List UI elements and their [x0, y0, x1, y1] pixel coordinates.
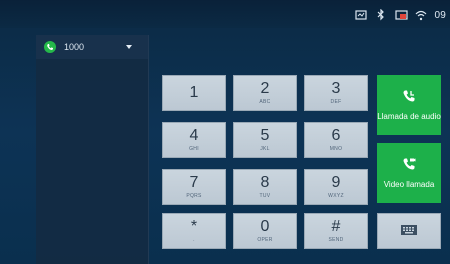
- key-digit: 9: [331, 174, 341, 191]
- key-digit: 5: [260, 127, 270, 144]
- key-letters: JKL: [260, 146, 270, 152]
- status-time: 09: [434, 9, 446, 21]
- key-4[interactable]: 4 GHI: [162, 122, 226, 158]
- chevron-down-icon[interactable]: [126, 45, 132, 49]
- dialer-screen: 09 1000 1 2 ABC 3 DEF 4 GHI 5 JKL 6 MNO …: [0, 0, 450, 264]
- wifi-icon: [414, 8, 428, 22]
- key-6[interactable]: 6 MNO: [304, 122, 368, 158]
- dialpad-area: 1 2 ABC 3 DEF 4 GHI 5 JKL 6 MNO 7 PQRS 8…: [148, 35, 450, 264]
- key-digit: 7: [189, 174, 199, 191]
- video-call-button[interactable]: Video llamada: [377, 143, 441, 203]
- key-letters: WXYZ: [328, 193, 344, 199]
- screen-icon: [354, 8, 368, 22]
- key-letters: TUV: [259, 193, 271, 199]
- key-star[interactable]: * .: [162, 213, 226, 249]
- key-hash[interactable]: # SEND: [304, 213, 368, 249]
- key-digit: 8: [260, 174, 270, 191]
- key-3[interactable]: 3 DEF: [304, 75, 368, 111]
- key-0[interactable]: 0 OPER: [233, 213, 297, 249]
- video-call-label: Video llamada: [383, 180, 435, 189]
- video-call-icon: [402, 157, 416, 176]
- keyboard-button[interactable]: [377, 213, 441, 249]
- key-digit: 6: [331, 127, 341, 144]
- status-bar: 09: [0, 0, 450, 28]
- key-digit: 4: [189, 127, 199, 144]
- status-icons: 09: [354, 7, 446, 23]
- key-letters: MNO: [329, 146, 343, 152]
- key-5[interactable]: 5 JKL: [233, 122, 297, 158]
- key-letters: OPER: [257, 237, 273, 243]
- phone-icon: [44, 41, 56, 53]
- key-2[interactable]: 2 ABC: [233, 75, 297, 111]
- phone-call-icon: [402, 89, 416, 108]
- key-letters: ABC: [259, 99, 271, 105]
- account-selector[interactable]: 1000: [36, 35, 148, 59]
- key-letters: SEND: [328, 237, 344, 243]
- key-8[interactable]: 8 TUV: [233, 169, 297, 205]
- key-digit: 1: [189, 84, 199, 101]
- key-letters: PQRS: [186, 193, 202, 199]
- account-panel: 1000: [36, 35, 149, 264]
- key-digit: #: [331, 218, 341, 235]
- key-digit: 0: [260, 218, 270, 235]
- key-letters: GHI: [189, 146, 199, 152]
- key-letters: .: [193, 237, 195, 243]
- cast-icon: [394, 8, 408, 22]
- key-1[interactable]: 1: [162, 75, 226, 111]
- key-9[interactable]: 9 WXYZ: [304, 169, 368, 205]
- key-letters: DEF: [330, 99, 342, 105]
- key-digit: *: [190, 218, 198, 235]
- bluetooth-icon: [374, 8, 388, 22]
- audio-call-button[interactable]: Llamada de audio: [377, 75, 441, 135]
- account-number: 1000: [64, 42, 85, 52]
- keyboard-icon: [401, 222, 417, 240]
- key-digit: 2: [260, 80, 270, 97]
- audio-call-label: Llamada de audio: [377, 112, 441, 121]
- key-7[interactable]: 7 PQRS: [162, 169, 226, 205]
- key-digit: 3: [331, 80, 341, 97]
